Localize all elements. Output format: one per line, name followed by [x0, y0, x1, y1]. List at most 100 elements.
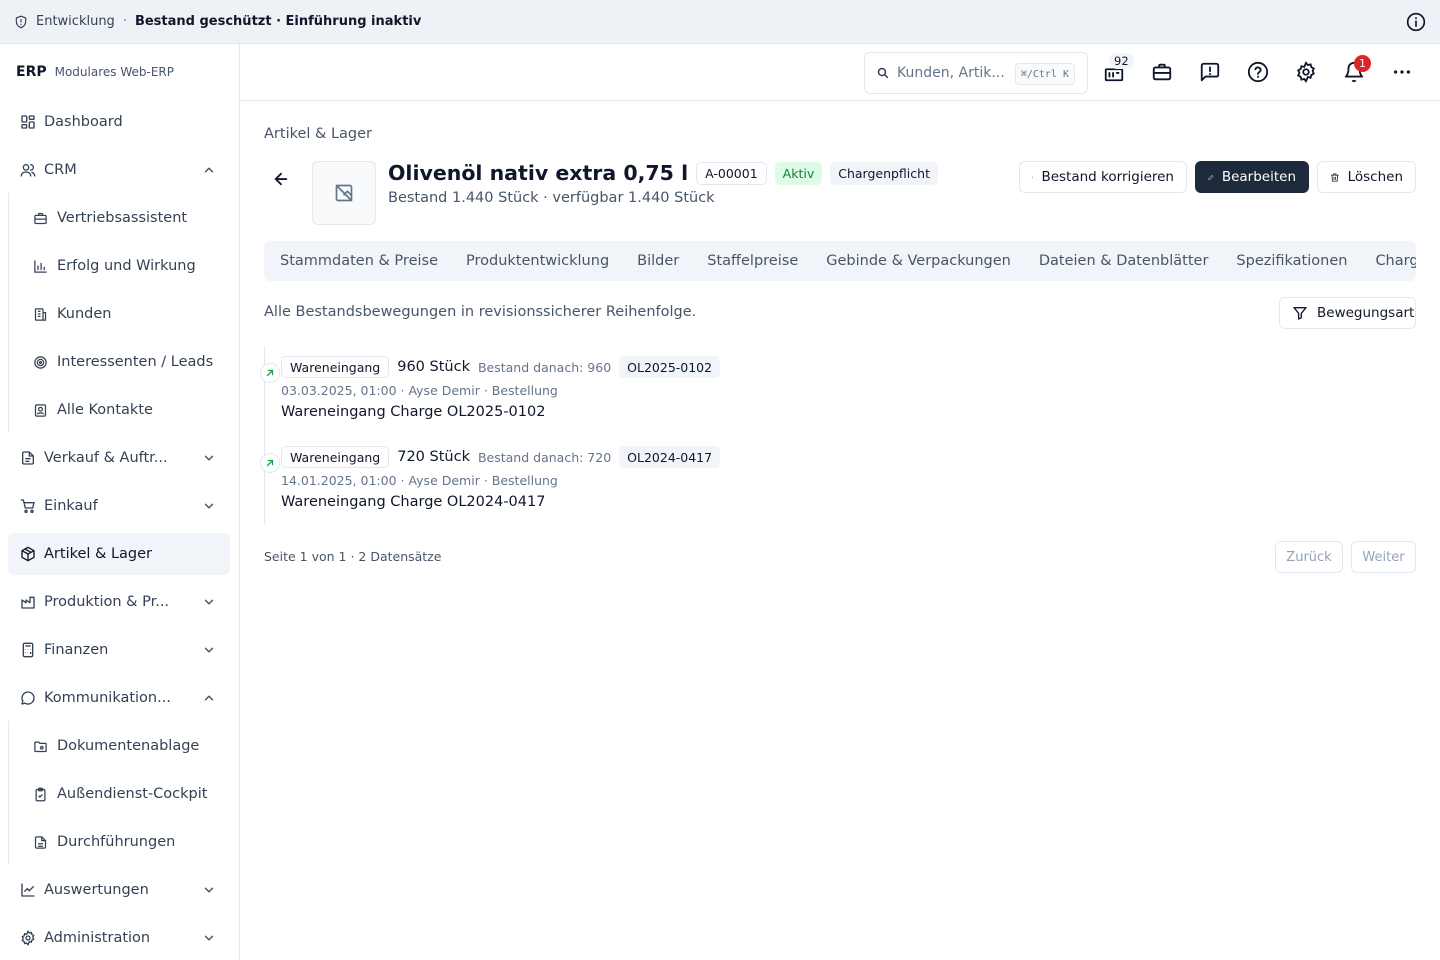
- movement-type-filter-button[interactable]: Bewegungsart: [1279, 297, 1416, 329]
- submenu-guide-line: [8, 721, 9, 865]
- clipboard-icon: [1032, 176, 1034, 178]
- sidebar-item-kunden[interactable]: Kunden: [21, 293, 230, 335]
- movement-marker: [260, 453, 280, 473]
- previous-page-button[interactable]: Zurück: [1275, 541, 1343, 573]
- gear-icon: [21, 930, 35, 946]
- sidebar-item-auswertungen[interactable]: Auswertungen: [8, 869, 230, 911]
- global-search[interactable]: Kunden, Artik... ⌘/Ctrl K: [864, 52, 1088, 94]
- tab-dateien[interactable]: Dateien & Datenblätter: [1025, 253, 1223, 269]
- sidebar-item-durchfuehrungen[interactable]: Durchführungen: [21, 821, 230, 863]
- search-shortcut: ⌘/Ctrl K: [1014, 63, 1075, 85]
- sidebar-item-crm[interactable]: CRM: [8, 149, 230, 191]
- folder-icon: [34, 741, 47, 752]
- tab-stammdaten[interactable]: Stammdaten & Preise: [266, 253, 452, 269]
- button-label: Bestand korrigieren: [1041, 169, 1174, 185]
- correct-stock-button[interactable]: Bestand korrigieren: [1019, 161, 1187, 193]
- tasks-count-badge: 92: [1109, 53, 1134, 69]
- brand-logo: ERP: [16, 64, 47, 80]
- chevron-down-icon: [204, 935, 214, 941]
- sidebar-item-label: Kunden: [57, 306, 112, 322]
- sidebar-item-produktion[interactable]: Produktion & Pr...: [8, 581, 230, 623]
- movement-header: Wareneingang 720 Stück Bestand danach: 7…: [281, 446, 721, 468]
- bar-chart-icon: [34, 259, 47, 273]
- sidebar-item-artikel-lager[interactable]: Artikel & Lager: [8, 533, 230, 575]
- clipboard-icon: [35, 787, 46, 801]
- sidebar-item-label: Produktion & Pr...: [44, 594, 170, 610]
- sidebar-item-aussendienst[interactable]: Außendienst-Cockpit: [21, 773, 230, 815]
- sidebar-item-label: CRM: [44, 162, 77, 178]
- briefcase-icon[interactable]: [1151, 61, 1173, 83]
- search-placeholder: Kunden, Artik...: [897, 65, 1005, 81]
- sidebar-item-finanzen[interactable]: Finanzen: [8, 629, 230, 671]
- dashboard-icon: [21, 115, 35, 129]
- next-page-button[interactable]: Weiter: [1351, 541, 1416, 573]
- building-icon: [34, 307, 47, 321]
- brand[interactable]: ERP Modulares Web-ERP: [16, 64, 174, 80]
- banner-separator: ·: [122, 14, 127, 29]
- sidebar-item-kontakte[interactable]: Alle Kontakte: [21, 389, 230, 431]
- breadcrumb[interactable]: Artikel & Lager: [264, 126, 372, 142]
- button-label: Löschen: [1347, 169, 1403, 185]
- sidebar-item-vertriebsassistent[interactable]: Vertriebsassistent: [21, 197, 230, 239]
- environment-label: Entwicklung: [36, 14, 115, 29]
- sidebar-item-erfolg[interactable]: Erfolg und Wirkung: [21, 245, 230, 287]
- shield-icon: [15, 15, 27, 28]
- tab-produktentwicklung[interactable]: Produktentwicklung: [452, 253, 623, 269]
- help-icon[interactable]: [1247, 61, 1269, 83]
- sidebar-item-label: Alle Kontakte: [57, 402, 153, 418]
- sidebar-item-dokumentenablage[interactable]: Dokumentenablage: [21, 725, 230, 767]
- chevron-down-icon: [204, 455, 214, 461]
- sidebar-item-kommunikation[interactable]: Kommunikation...: [8, 677, 230, 719]
- submenu-guide-line: [8, 193, 9, 433]
- chevron-down-icon: [204, 887, 214, 893]
- sidebar-item-label: Administration: [44, 930, 151, 946]
- factory-icon: [21, 596, 35, 609]
- tab-staffelpreise[interactable]: Staffelpreise: [693, 253, 812, 269]
- chat-icon: [21, 691, 35, 705]
- chevron-up-icon: [204, 695, 214, 701]
- sidebar-item-label: Erfolg und Wirkung: [57, 258, 196, 274]
- environment-banner: Entwicklung · Bestand geschützt · Einfüh…: [0, 0, 1440, 44]
- filter-icon: [1293, 307, 1307, 320]
- button-label: Bewegungsart: [1317, 305, 1415, 321]
- movement-type-badge: Wareneingang: [281, 446, 390, 468]
- movement-batch-badge[interactable]: OL2024-0417: [619, 446, 721, 468]
- package-icon: [21, 546, 35, 562]
- edit-button[interactable]: Bearbeiten: [1195, 161, 1309, 193]
- stock-summary: Bestand 1.440 Stück · verfügbar 1.440 St…: [388, 190, 715, 206]
- arrow-up-right-icon: [266, 369, 274, 377]
- sidebar-item-administration[interactable]: Administration: [8, 917, 230, 959]
- document-icon: [22, 451, 34, 465]
- sidebar-item-label: Kommunikation...: [44, 690, 171, 706]
- arrow-up-right-icon: [266, 459, 274, 467]
- sidebar-item-einkauf[interactable]: Einkauf: [8, 485, 230, 527]
- sidebar-item-label: Vertriebsassistent: [57, 210, 188, 226]
- arrow-left-icon[interactable]: [272, 170, 290, 188]
- tab-gebinde[interactable]: Gebinde & Verpackungen: [812, 253, 1025, 269]
- movement-meta: 03.03.2025, 01:00 · Ayse Demir · Bestell…: [281, 383, 558, 398]
- movement-type-badge: Wareneingang: [281, 356, 390, 378]
- sidebar-item-label: Dashboard: [44, 114, 123, 130]
- movement-batch-badge[interactable]: OL2025-0102: [619, 356, 721, 378]
- chevron-up-icon: [204, 167, 214, 173]
- sidebar-item-verkauf[interactable]: Verkauf & Auftr...: [8, 437, 230, 479]
- info-icon[interactable]: [1406, 12, 1426, 32]
- notification-badge: 1: [1354, 55, 1371, 72]
- sidebar-item-dashboard[interactable]: Dashboard: [8, 101, 230, 143]
- tab-bar: Stammdaten & Preise Produktentwicklung B…: [264, 241, 1416, 281]
- tab-spezifikationen[interactable]: Spezifikationen: [1222, 253, 1361, 269]
- feedback-icon[interactable]: [1199, 61, 1221, 83]
- tab-chargen[interactable]: Chargen &: [1361, 253, 1416, 269]
- more-icon[interactable]: [1391, 61, 1413, 83]
- pencil-icon: [1208, 174, 1214, 180]
- sidebar-item-leads[interactable]: Interessenten / Leads: [21, 341, 230, 383]
- button-label: Bearbeiten: [1221, 169, 1296, 185]
- sidebar-item-label: Finanzen: [44, 642, 109, 658]
- sidebar-item-label: Einkauf: [44, 498, 98, 514]
- sidebar-item-label: Dokumentenablage: [57, 738, 200, 754]
- sidebar-item-label: Durchführungen: [57, 834, 176, 850]
- delete-button[interactable]: Löschen: [1317, 161, 1416, 193]
- settings-icon[interactable]: [1295, 61, 1317, 83]
- image-off-icon: [335, 184, 353, 202]
- tab-bilder[interactable]: Bilder: [623, 253, 693, 269]
